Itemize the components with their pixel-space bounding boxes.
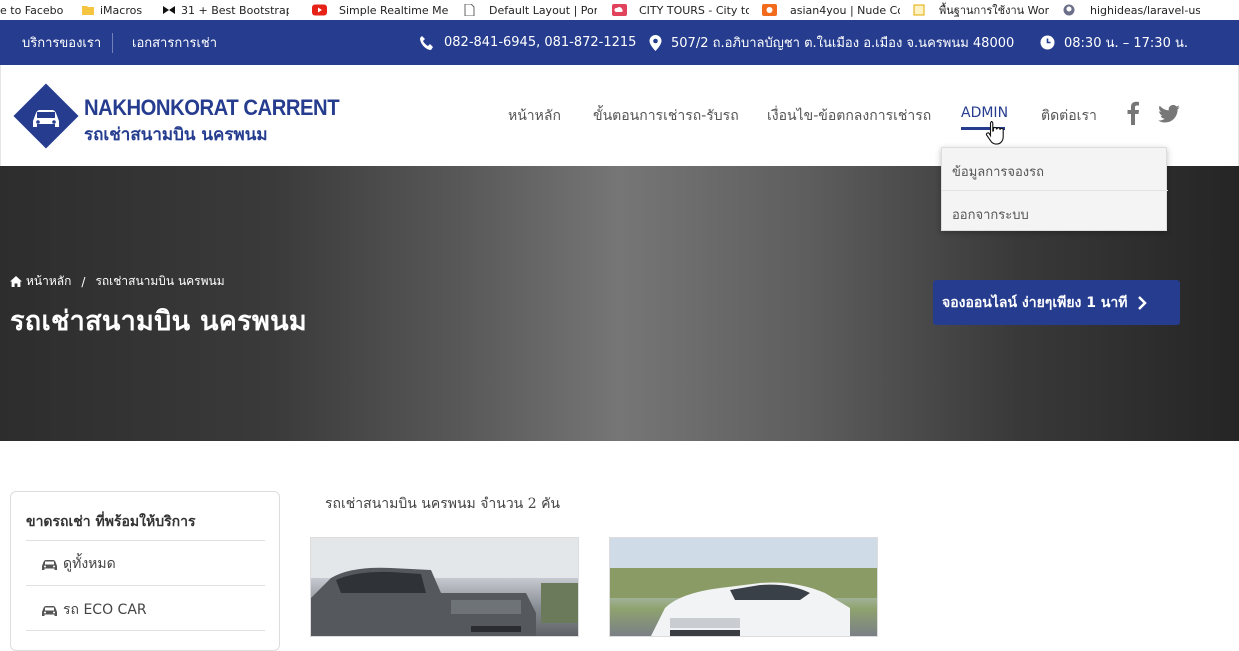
bookmark-word[interactable]: พื้นฐานการใช้งาน Word: [913, 0, 1049, 20]
car-icon: [42, 605, 57, 616]
bookmark-facebook[interactable]: e to Facebo: [0, 0, 68, 20]
site-logo[interactable]: NAKHONKORAT CARRENT รถเช่าสนามบิน นครพนม: [11, 81, 340, 151]
camera-icon: [762, 4, 777, 16]
sidebar-item-eco-car[interactable]: รถ ECO CAR: [41, 599, 147, 621]
cloud-icon: [612, 4, 627, 16]
twitter-icon[interactable]: [1158, 105, 1180, 123]
top-info-bar: บริการของเรา เอกสารการเช่า 082-841-6945,…: [0, 20, 1239, 65]
nav-terms[interactable]: เงื่อนไข-ข้อตกลงการเช่ารถ: [767, 105, 931, 127]
divider: [26, 540, 265, 541]
car-category-sidebar: ขาดรถเช่า ที่พร้อมให้บริการ ดูทั้งหมด รถ…: [10, 491, 280, 651]
sidebar-heading: ขาดรถเช่า ที่พร้อมให้บริการ: [26, 514, 196, 530]
car-icon: [42, 559, 57, 570]
book-online-button[interactable]: จองออนไลน์ ง่ายๆเพียง 1 นาที: [933, 280, 1180, 325]
nav-rental-steps[interactable]: ขั้นตอนการเช่ารถ-รับรถ: [593, 105, 739, 127]
clock-icon: [1040, 35, 1055, 50]
bookmark-label: พื้นฐานการใช้งาน Word: [939, 4, 1049, 17]
bookmark-city-tours[interactable]: CITY TOURS - City to: [612, 0, 749, 20]
address-text: 507/2 ถ.อภิบาลบัญชา ต.ในเมือง อ.เมือง จ.…: [671, 36, 1015, 51]
bookmarks-bar: e to Facebo iMacros 31 + Best Bootstrap …: [0, 0, 1239, 20]
github-icon: [1063, 4, 1075, 16]
admin-dropdown-menu: ข้อมูลการจองรถ ออกจากระบบ: [941, 147, 1168, 232]
bookmark-github[interactable]: highideas/laravel-us: [1063, 0, 1200, 20]
bookmark-label: 31 + Best Bootstrap: [181, 3, 289, 17]
divider: [112, 33, 113, 53]
bookmark-icon: [913, 4, 925, 16]
car-logo-icon: [13, 83, 79, 149]
services-link[interactable]: บริการของเรา: [22, 20, 101, 65]
chevron-right-icon: [1137, 295, 1147, 310]
phone-icon: [420, 35, 433, 50]
bookmark-label: CITY TOURS - City to: [639, 3, 749, 17]
breadcrumb: หน้าหลัก / รถเช่าสนามบิน นครพนม: [10, 272, 225, 291]
phone-text: 082-841-6945, 081-872-1215: [444, 35, 637, 50]
bookmark-label: e to Facebo: [0, 3, 64, 17]
youtube-icon: [312, 4, 327, 16]
logo-name-th: รถเช่าสนามบิน นครพนม: [84, 125, 268, 145]
breadcrumb-current: รถเช่าสนามบิน นครพนม: [95, 274, 225, 288]
result-count-text: รถเช่าสนามบิน นครพนม จำนวน 2 คัน: [325, 496, 560, 512]
home-icon: [10, 276, 22, 287]
bookmark-asian4you[interactable]: asian4you | Nude Co: [762, 0, 900, 20]
sidebar-item-all[interactable]: ดูทั้งหมด: [41, 553, 116, 575]
car-card-grey-pickup[interactable]: [310, 537, 579, 637]
page-icon: [464, 4, 475, 16]
divider: [26, 585, 265, 586]
bookmark-bootstrap[interactable]: 31 + Best Bootstrap: [163, 0, 289, 20]
breadcrumb-home[interactable]: หน้าหลัก: [26, 272, 71, 291]
folder-icon: [82, 6, 94, 15]
page-title: รถเช่าสนามบิน นครพนม: [10, 306, 307, 337]
bookmark-default-layout[interactable]: Default Layout | Port: [463, 0, 597, 20]
bookmark-imacros[interactable]: iMacros: [82, 0, 142, 20]
hours-text: 08:30 น. – 17:30 น.: [1064, 36, 1188, 51]
bow-icon: [163, 6, 175, 14]
nav-admin[interactable]: ADMIN: [961, 105, 1008, 121]
hours-info: 08:30 น. – 17:30 น.: [1040, 20, 1188, 65]
breadcrumb-separator: /: [81, 274, 86, 289]
bookmark-label: Default Layout | Port: [489, 3, 597, 17]
bookmark-label: iMacros: [100, 3, 143, 17]
address-info: 507/2 ถ.อภิบาลบัญชา ต.ในเมือง อ.เมือง จ.…: [649, 20, 1014, 65]
bookmark-realtime[interactable]: Simple Realtime Me: [312, 0, 449, 20]
car-photo: [311, 538, 578, 636]
bookmark-label: Simple Realtime Me: [339, 3, 449, 17]
car-card-white-pickup[interactable]: [609, 537, 878, 637]
phone-info: 082-841-6945, 081-872-1215: [419, 20, 636, 65]
menu-item-logout[interactable]: ออกจากระบบ: [942, 190, 1168, 232]
map-marker-icon: [649, 34, 662, 51]
facebook-icon[interactable]: [1126, 101, 1140, 125]
documents-link[interactable]: เอกสารการเช่า: [132, 20, 217, 65]
menu-item-bookings[interactable]: ข้อมูลการจองรถ: [942, 148, 1168, 190]
bookmark-label: asian4you | Nude Co: [790, 3, 900, 17]
car-photo: [610, 538, 877, 636]
nav-contact[interactable]: ติดต่อเรา: [1041, 105, 1097, 127]
nav-home[interactable]: หน้าหลัก: [508, 105, 561, 127]
logo-name-en: NAKHONKORAT CARRENT: [84, 95, 340, 120]
sidebar-item-label: ดูทั้งหมด: [63, 556, 116, 572]
bookmark-label: highideas/laravel-us: [1090, 3, 1200, 17]
hand-cursor-icon: [985, 120, 1004, 145]
book-online-label: จองออนไลน์ ง่ายๆเพียง 1 นาที: [942, 294, 1128, 311]
sidebar-item-label: รถ ECO CAR: [63, 602, 147, 618]
